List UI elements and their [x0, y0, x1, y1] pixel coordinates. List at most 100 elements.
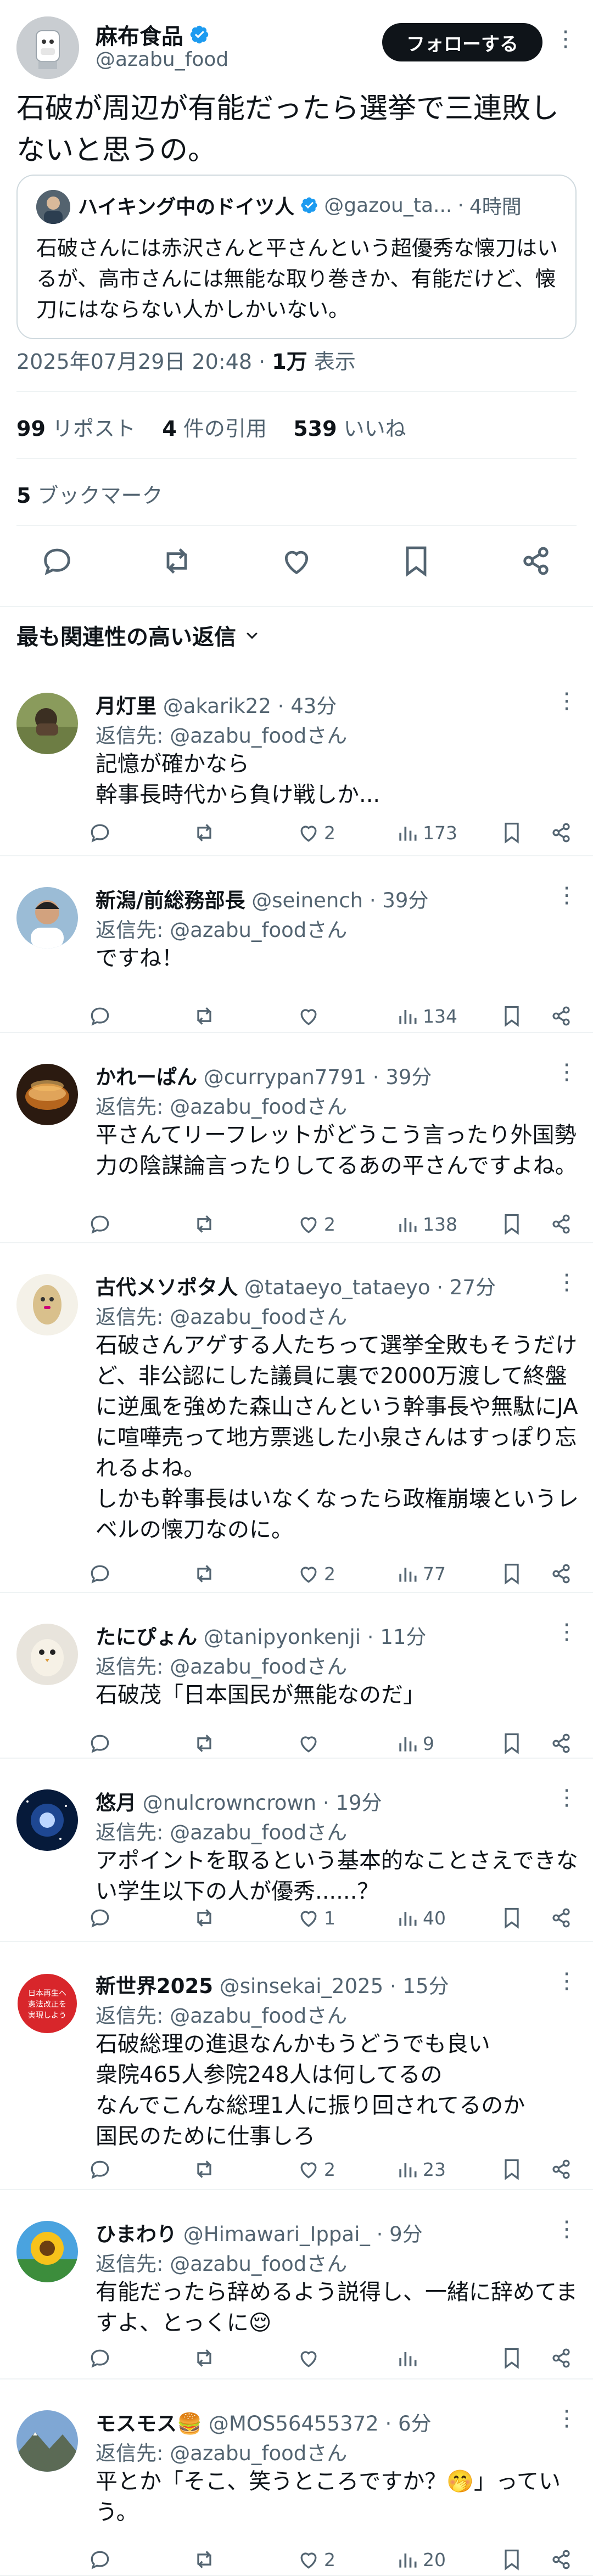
- views-button[interactable]: [395, 2343, 423, 2373]
- like-button[interactable]: 2: [296, 2154, 335, 2185]
- like-button[interactable]: 2: [296, 1558, 335, 1589]
- more-options-icon[interactable]: ⋮: [555, 26, 577, 52]
- views-button[interactable]: 23: [395, 2154, 446, 2185]
- author-avatar[interactable]: [16, 16, 79, 79]
- reply-author-name[interactable]: モスモス🍔: [96, 2412, 202, 2435]
- more-options-icon[interactable]: ⋮: [556, 2406, 578, 2431]
- reply-author-handle[interactable]: @MOS56455372: [209, 2412, 379, 2435]
- reply-author-name[interactable]: 古代メソポタ人: [96, 1276, 238, 1299]
- reply-item[interactable]: 日本再生へ 憲法改正を 実現しよう 新世界2025 @sinsekai_2025 · …: [0, 1942, 593, 2190]
- like-button[interactable]: [296, 2343, 324, 2373]
- share-icon[interactable]: [518, 543, 553, 579]
- bookmark-icon[interactable]: [399, 543, 434, 579]
- reply-button[interactable]: [88, 1001, 115, 1031]
- bookmark-button[interactable]: [500, 817, 524, 848]
- share-button[interactable]: [549, 1001, 573, 1031]
- bookmark-button[interactable]: [500, 1209, 524, 1239]
- reply-avatar[interactable]: [16, 1274, 78, 1335]
- reply-item[interactable]: モスモス🍔 @MOS56455372 · 6分 ⋮ 返信先: @azabu_food…: [0, 2379, 593, 2576]
- author-handle[interactable]: @azabu_food: [96, 48, 228, 71]
- reply-button[interactable]: [88, 1728, 115, 1759]
- reply-avatar[interactable]: 日本再生へ 憲法改正を 実現しよう: [16, 1973, 78, 2034]
- repost-button[interactable]: [192, 1001, 220, 1031]
- repost-button[interactable]: [192, 2343, 220, 2373]
- reply-avatar[interactable]: [16, 2410, 78, 2472]
- reply-button[interactable]: [88, 1902, 115, 1933]
- reply-item[interactable]: たにぴょん @tanipyonkenji · 11分 ⋮ 返信先: @azabu_f…: [0, 1593, 593, 1759]
- reply-avatar[interactable]: [16, 693, 78, 754]
- reply-author-name[interactable]: 悠月: [96, 1791, 136, 1815]
- like-button[interactable]: [296, 1001, 324, 1031]
- more-options-icon[interactable]: ⋮: [556, 1270, 578, 1295]
- reply-time[interactable]: 19分: [335, 1791, 382, 1815]
- like-button[interactable]: 2: [296, 1209, 335, 1239]
- bookmark-button[interactable]: [500, 2154, 524, 2185]
- views-button[interactable]: 9: [395, 1728, 434, 1759]
- quoted-post[interactable]: ハイキング中のドイツ人 @gazou_ta... · 4時間 石破さんには赤沢さ…: [16, 175, 577, 339]
- views-button[interactable]: 20: [395, 2544, 446, 2575]
- more-options-icon[interactable]: ⋮: [556, 1785, 578, 1810]
- reply-item[interactable]: 悠月 @nulcrowncrown · 19分 ⋮ 返信先: @azabu_food…: [0, 1759, 593, 1942]
- reply-time[interactable]: 11分: [380, 1625, 426, 1649]
- repost-button[interactable]: [192, 1902, 220, 1933]
- repost-button[interactable]: [192, 2544, 220, 2575]
- bookmark-button[interactable]: [500, 1001, 524, 1031]
- reply-avatar[interactable]: [16, 1064, 78, 1125]
- reply-item[interactable]: 月灯里 @akarik22 · 43分 ⋮ 返信先: @azabu_foodさん 記憶…: [0, 662, 593, 856]
- follow-button[interactable]: フォローする: [382, 23, 542, 61]
- like-button[interactable]: 1: [296, 1902, 335, 1933]
- more-options-icon[interactable]: ⋮: [556, 883, 578, 908]
- share-button[interactable]: [549, 1902, 573, 1933]
- repost-button[interactable]: [192, 1209, 220, 1239]
- reply-to-text[interactable]: 返信先: @azabu_foodさん: [96, 2442, 347, 2465]
- more-options-icon[interactable]: ⋮: [556, 1059, 578, 1085]
- reply-button[interactable]: [88, 817, 115, 848]
- reply-avatar[interactable]: [16, 2221, 78, 2282]
- share-button[interactable]: [549, 1728, 573, 1759]
- reply-to-text[interactable]: 返信先: @azabu_foodさん: [96, 1655, 347, 1679]
- bookmark-button[interactable]: [500, 2343, 524, 2373]
- quotes-stat[interactable]: 4 件の引用: [162, 417, 267, 441]
- more-options-icon[interactable]: ⋮: [556, 1968, 578, 1994]
- reply-to-text[interactable]: 返信先: @azabu_foodさん: [96, 1821, 347, 1844]
- repost-button[interactable]: [192, 2154, 220, 2185]
- repost-icon[interactable]: [159, 543, 194, 579]
- share-button[interactable]: [549, 2154, 573, 2185]
- reply-button[interactable]: [88, 2544, 115, 2575]
- share-button[interactable]: [549, 817, 573, 848]
- like-button[interactable]: 2: [296, 2544, 335, 2575]
- share-button[interactable]: [549, 1558, 573, 1589]
- reply-author-handle[interactable]: @nulcrowncrown: [143, 1791, 316, 1815]
- repost-button[interactable]: [192, 1558, 220, 1589]
- likes-stat[interactable]: 539 いいね: [293, 417, 406, 441]
- reply-avatar[interactable]: [16, 1624, 78, 1685]
- reply-author-name[interactable]: ひまわり: [96, 2223, 177, 2246]
- share-button[interactable]: [549, 2544, 573, 2575]
- reply-to-text[interactable]: 返信先: @azabu_foodさん: [96, 2252, 347, 2276]
- like-button[interactable]: 2: [296, 817, 335, 848]
- reply-to-text[interactable]: 返信先: @azabu_foodさん: [96, 2004, 347, 2028]
- reply-author-name[interactable]: 月灯里: [96, 694, 156, 718]
- reply-author-name[interactable]: 新世界2025: [96, 1974, 213, 1998]
- reply-time[interactable]: 9分: [389, 2223, 423, 2246]
- views-button[interactable]: 138: [395, 1209, 457, 1239]
- reply-to-text[interactable]: 返信先: @azabu_foodさん: [96, 1305, 347, 1329]
- reply-time[interactable]: 39分: [382, 889, 428, 912]
- reply-author-name[interactable]: 新潟/前総務部長: [96, 889, 245, 912]
- reply-avatar[interactable]: [16, 887, 78, 949]
- reply-time[interactable]: 43分: [290, 694, 337, 718]
- more-options-icon[interactable]: ⋮: [556, 2216, 578, 2242]
- reply-sort-dropdown[interactable]: 最も関連性の高い返信: [16, 619, 260, 651]
- views-button[interactable]: 134: [395, 1001, 457, 1031]
- reply-button[interactable]: [88, 1558, 115, 1589]
- reply-button[interactable]: [88, 2154, 115, 2185]
- reply-time[interactable]: 15分: [403, 1974, 449, 1998]
- reply-avatar[interactable]: [16, 1789, 78, 1851]
- views-button[interactable]: 40: [395, 1902, 446, 1933]
- bookmark-button[interactable]: [500, 2544, 524, 2575]
- reply-time[interactable]: 27分: [450, 1276, 496, 1299]
- reply-item[interactable]: 新潟/前総務部長 @seinench · 39分 ⋮ 返信先: @azabu_foo…: [0, 856, 593, 1033]
- reply-item[interactable]: ひまわり @Himawari_Ippai_ · 9分 ⋮ 返信先: @azabu_f…: [0, 2190, 593, 2379]
- reply-to-text[interactable]: 返信先: @azabu_foodさん: [96, 1095, 347, 1119]
- reply-to-text[interactable]: 返信先: @azabu_foodさん: [96, 724, 347, 748]
